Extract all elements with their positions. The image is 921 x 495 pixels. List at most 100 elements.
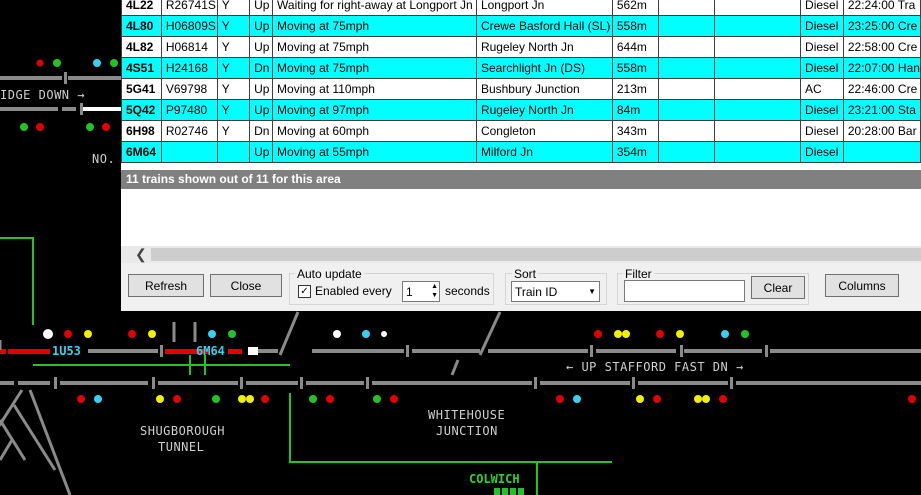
cell-length: 644m [611,36,660,58]
table-row[interactable]: 4L80 H06809S Y Up Moving at 75mph Crewe Basfo… [121,15,921,37]
cell-dir: Up [249,78,274,100]
label-whitehouse: WHITEHOUSE [428,408,506,422]
cell-location: Crewe Basford Hall (SL) [475,15,613,37]
cell-id: 6H98 [121,120,162,142]
cell-c9 [713,120,802,142]
cell-dir: Dn [249,120,274,142]
cell-flag: Y [216,0,251,16]
filter-input[interactable] [624,280,745,302]
label-junction: JUNCTION [436,424,498,438]
scroll-left-icon[interactable]: ❮ [135,246,147,263]
interval-stepper[interactable]: 1 ▲ ▼ [402,281,440,302]
cell-status: Moving at 75mph [272,36,477,58]
cell-c8 [658,57,715,79]
cell-traction: Diesel [800,36,844,58]
cell-headcode: H06814 [160,36,218,58]
cell-headcode: H24168 [160,57,218,79]
enabled-checkbox[interactable]: ✓ [298,285,311,298]
close-button[interactable]: Close [210,274,282,297]
cell-id: 4L82 [121,36,162,58]
cell-id: 4L80 [121,15,162,37]
cell-traction: Diesel [800,0,844,16]
cell-c8 [658,120,715,142]
cell-headcode: R26741S [160,0,218,16]
diagonal-tracks [0,311,502,495]
cell-dir: Up [249,99,274,121]
label-shugborough: SHUGBOROUGH [140,424,225,438]
cell-c9 [713,36,802,58]
cell-flag: Y [216,78,251,100]
cell-c9 [713,78,802,100]
cell-dir: Up [249,141,274,163]
cell-length: 558m [611,15,660,37]
table-row[interactable]: 4S51 H24168 Y Dn Moving at 75mph Searchlight … [121,57,921,79]
label-tunnel: TUNNEL [158,440,205,454]
cell-length: 213m [611,78,660,100]
cell-location: Rugeley North Jn [475,36,613,58]
cell-c9 [713,99,802,121]
cell-c8 [658,0,715,16]
cell-traction: AC [800,78,844,100]
table-row[interactable]: 6H98 R02746 Y Dn Moving at 60mph Congleton 343… [121,120,921,142]
table-row[interactable]: 5G41 V69798 Y Up Moving at 110mph Bushbury Ju… [121,78,921,100]
cell-location: Rugeley North Jn [475,99,613,121]
refresh-button[interactable]: Refresh [128,274,204,297]
cell-id: 6M64 [121,141,162,163]
cell-schedule: 22:24:00 Tra [842,0,921,16]
cell-traction: Diesel [800,15,844,37]
cell-dir: Up [249,15,274,37]
cell-status: Moving at 110mph [272,78,477,100]
train-count-summary: 11 trains shown out of 11 for this area [121,170,921,189]
cell-c9 [713,57,802,79]
label-no: NO. [92,152,116,166]
cell-schedule: 23:21:00 Sta [842,99,921,121]
berth-6m64[interactable]: 6M64 [196,344,225,358]
cell-id: 5G41 [121,78,162,100]
cell-flag: Y [216,57,251,79]
stepper-down-icon[interactable]: ▼ [431,292,438,300]
cell-c9 [713,0,802,16]
cell-c8 [658,141,715,163]
horizontal-scrollbar[interactable]: ❮ [121,246,921,263]
clear-button[interactable]: Clear [751,276,805,299]
cell-location: Searchlight Jn (DS) [475,57,613,79]
label-up-stafford-fast: ← UP STAFFORD FAST DN → [566,360,744,374]
cell-schedule: 20:28:00 Bar [842,120,921,142]
label-idge-down: IDGE DOWN → [0,88,85,102]
cell-length: 84m [611,99,660,121]
cell-c8 [658,99,715,121]
cell-id: 4L22 [121,0,162,16]
cell-id: 4S51 [121,57,162,79]
cell-c9 [713,15,802,37]
cell-length: 343m [611,120,660,142]
cell-flag [216,141,251,163]
upper-main-line [0,345,921,357]
cell-location: Longport Jn [475,0,613,16]
cell-schedule: 23:25:00 Cre [842,15,921,37]
columns-button[interactable]: Columns [825,274,899,297]
dropdown-arrow-icon[interactable]: ▼ [588,282,596,302]
cell-dir: Up [249,0,274,16]
cell-c8 [658,36,715,58]
scrollbar-thumb[interactable] [151,248,921,261]
table-row[interactable]: 5Q42 P97480 Y Up Moving at 97mph Rugeley Nort… [121,99,921,121]
cell-traction: Diesel [800,99,844,121]
cell-status: Moving at 97mph [272,99,477,121]
table-row[interactable]: 6M64 Up Moving at 55mph Milford Jn 354m Diese… [121,141,921,163]
table-row[interactable]: 4L82 H06814 Y Up Moving at 75mph Rugeley Nort… [121,36,921,58]
stepper-up-icon[interactable]: ▲ [431,283,438,291]
berth-1u53[interactable]: 1U53 [52,344,81,358]
cell-dir: Dn [249,57,274,79]
sort-value: Train ID [515,285,558,299]
cell-length: 562m [611,0,660,16]
cell-status: Waiting for right-away at Longport Jn [272,0,477,16]
cell-traction: Diesel [800,141,844,163]
cell-headcode: H06809S [160,15,218,37]
cell-schedule [842,141,921,163]
cell-status: Moving at 75mph [272,15,477,37]
cell-dir: Up [249,36,274,58]
table-row[interactable]: 4L22 R26741S Y Up Waiting for right-away at … [121,0,921,16]
sort-select[interactable]: Train ID ▼ [511,281,600,302]
cell-length: 558m [611,57,660,79]
enabled-label: Enabled every [315,284,392,298]
